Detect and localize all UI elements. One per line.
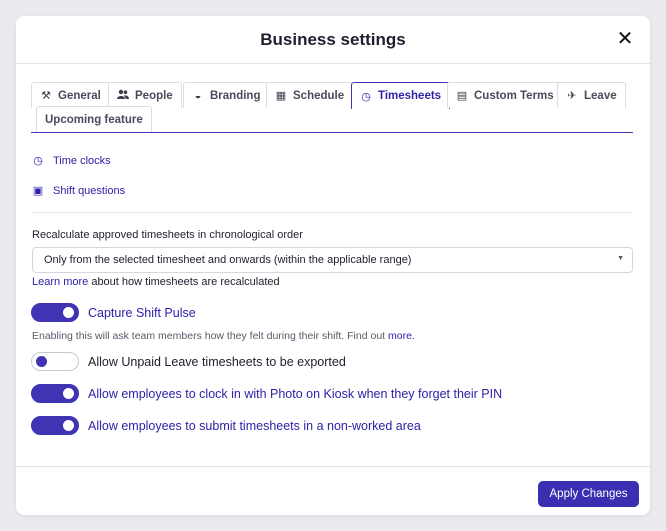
modal-title: Business settings: [260, 30, 406, 49]
plane-icon: ✈: [567, 90, 577, 102]
learn-more-rest: about how timesheets are recalculated: [88, 276, 280, 288]
shift-pulse-toggle[interactable]: [31, 303, 79, 322]
people-icon: [117, 89, 129, 102]
tab-label: Custom Terms: [474, 89, 554, 102]
toggle-knob: [63, 388, 74, 399]
apply-changes-button[interactable]: Apply Changes: [538, 481, 639, 507]
time-clocks-link[interactable]: ◷ Time clocks: [32, 154, 111, 168]
tab-label: People: [135, 89, 173, 102]
close-icon[interactable]: ✕: [614, 28, 636, 50]
tab-branding[interactable]: ◒ Branding: [183, 82, 270, 108]
photo-kiosk-toggle[interactable]: [31, 384, 79, 403]
time-clocks-label: Time clocks: [53, 154, 111, 167]
tab-leave[interactable]: ✈ Leave: [557, 82, 626, 108]
non-worked-row: Allow employees to submit timesheets in …: [31, 416, 421, 435]
paint-icon: ◒: [194, 89, 202, 102]
tab-label: Leave: [584, 89, 617, 102]
unpaid-leave-label: Allow Unpaid Leave timesheets to be expo…: [88, 354, 346, 369]
clock-icon: ◷: [361, 90, 371, 103]
tab-timesheets[interactable]: ◷ Timesheets: [351, 82, 451, 109]
tab-label: General: [58, 89, 101, 102]
tools-icon: ⚒: [41, 90, 51, 102]
recalculate-select[interactable]: Only from the selected timesheet and onw…: [32, 247, 633, 273]
tab-label: Branding: [210, 89, 261, 102]
unpaid-leave-toggle[interactable]: [31, 352, 79, 371]
tab-custom-terms[interactable]: ▤ Custom Terms: [447, 82, 563, 108]
non-worked-toggle[interactable]: [31, 416, 79, 435]
shift-questions-label: Shift questions: [53, 184, 126, 197]
clock-icon: ◷: [33, 155, 43, 167]
tab-label: Schedule: [293, 89, 345, 102]
modal-header: Business settings ✕: [16, 16, 650, 64]
business-settings-modal: Business settings ✕ ⚒ General People ◒ B…: [16, 16, 650, 515]
photo-kiosk-label: Allow employees to clock in with Photo o…: [88, 386, 503, 401]
section-divider: [32, 212, 633, 213]
tab-people[interactable]: People: [108, 82, 182, 108]
find-out-more-link[interactable]: more.: [388, 330, 415, 342]
toggle-knob: [36, 356, 47, 367]
toggle-knob: [63, 420, 74, 431]
shift-questions-link[interactable]: ▣ Shift questions: [32, 184, 126, 198]
non-worked-label: Allow employees to submit timesheets in …: [88, 418, 421, 433]
calendar-icon: ▦: [275, 90, 287, 102]
unpaid-leave-row: Allow Unpaid Leave timesheets to be expo…: [31, 352, 346, 371]
photo-kiosk-row: Allow employees to clock in with Photo o…: [31, 384, 502, 403]
footer-divider: [16, 466, 650, 467]
id-card-icon: ▣: [32, 185, 44, 197]
tab-label: Upcoming feature: [45, 113, 143, 126]
caret-down-icon: ▼: [617, 255, 624, 262]
tab-upcoming-feature[interactable]: Upcoming feature: [36, 106, 152, 132]
toggle-knob: [63, 307, 74, 318]
helper-text: Enabling this will ask team members how …: [32, 330, 388, 342]
shift-pulse-row: Capture Shift Pulse: [31, 303, 196, 322]
tab-general[interactable]: ⚒ General: [31, 82, 110, 108]
learn-more-text: Learn more about how timesheets are reca…: [32, 276, 280, 288]
shift-pulse-label: Capture Shift Pulse: [88, 305, 196, 320]
shift-pulse-helper: Enabling this will ask team members how …: [32, 330, 415, 342]
recalculate-selected-value: Only from the selected timesheet and onw…: [44, 254, 412, 266]
tab-schedule[interactable]: ▦ Schedule: [266, 82, 354, 108]
tab-label: Timesheets: [378, 90, 442, 102]
book-icon: ▤: [456, 90, 468, 102]
learn-more-link[interactable]: Learn more: [32, 276, 88, 288]
recalculate-label: Recalculate approved timesheets in chron…: [32, 229, 303, 241]
settings-tabs: ⚒ General People ◒ Branding ▦ Schedule ◷…: [31, 82, 633, 133]
